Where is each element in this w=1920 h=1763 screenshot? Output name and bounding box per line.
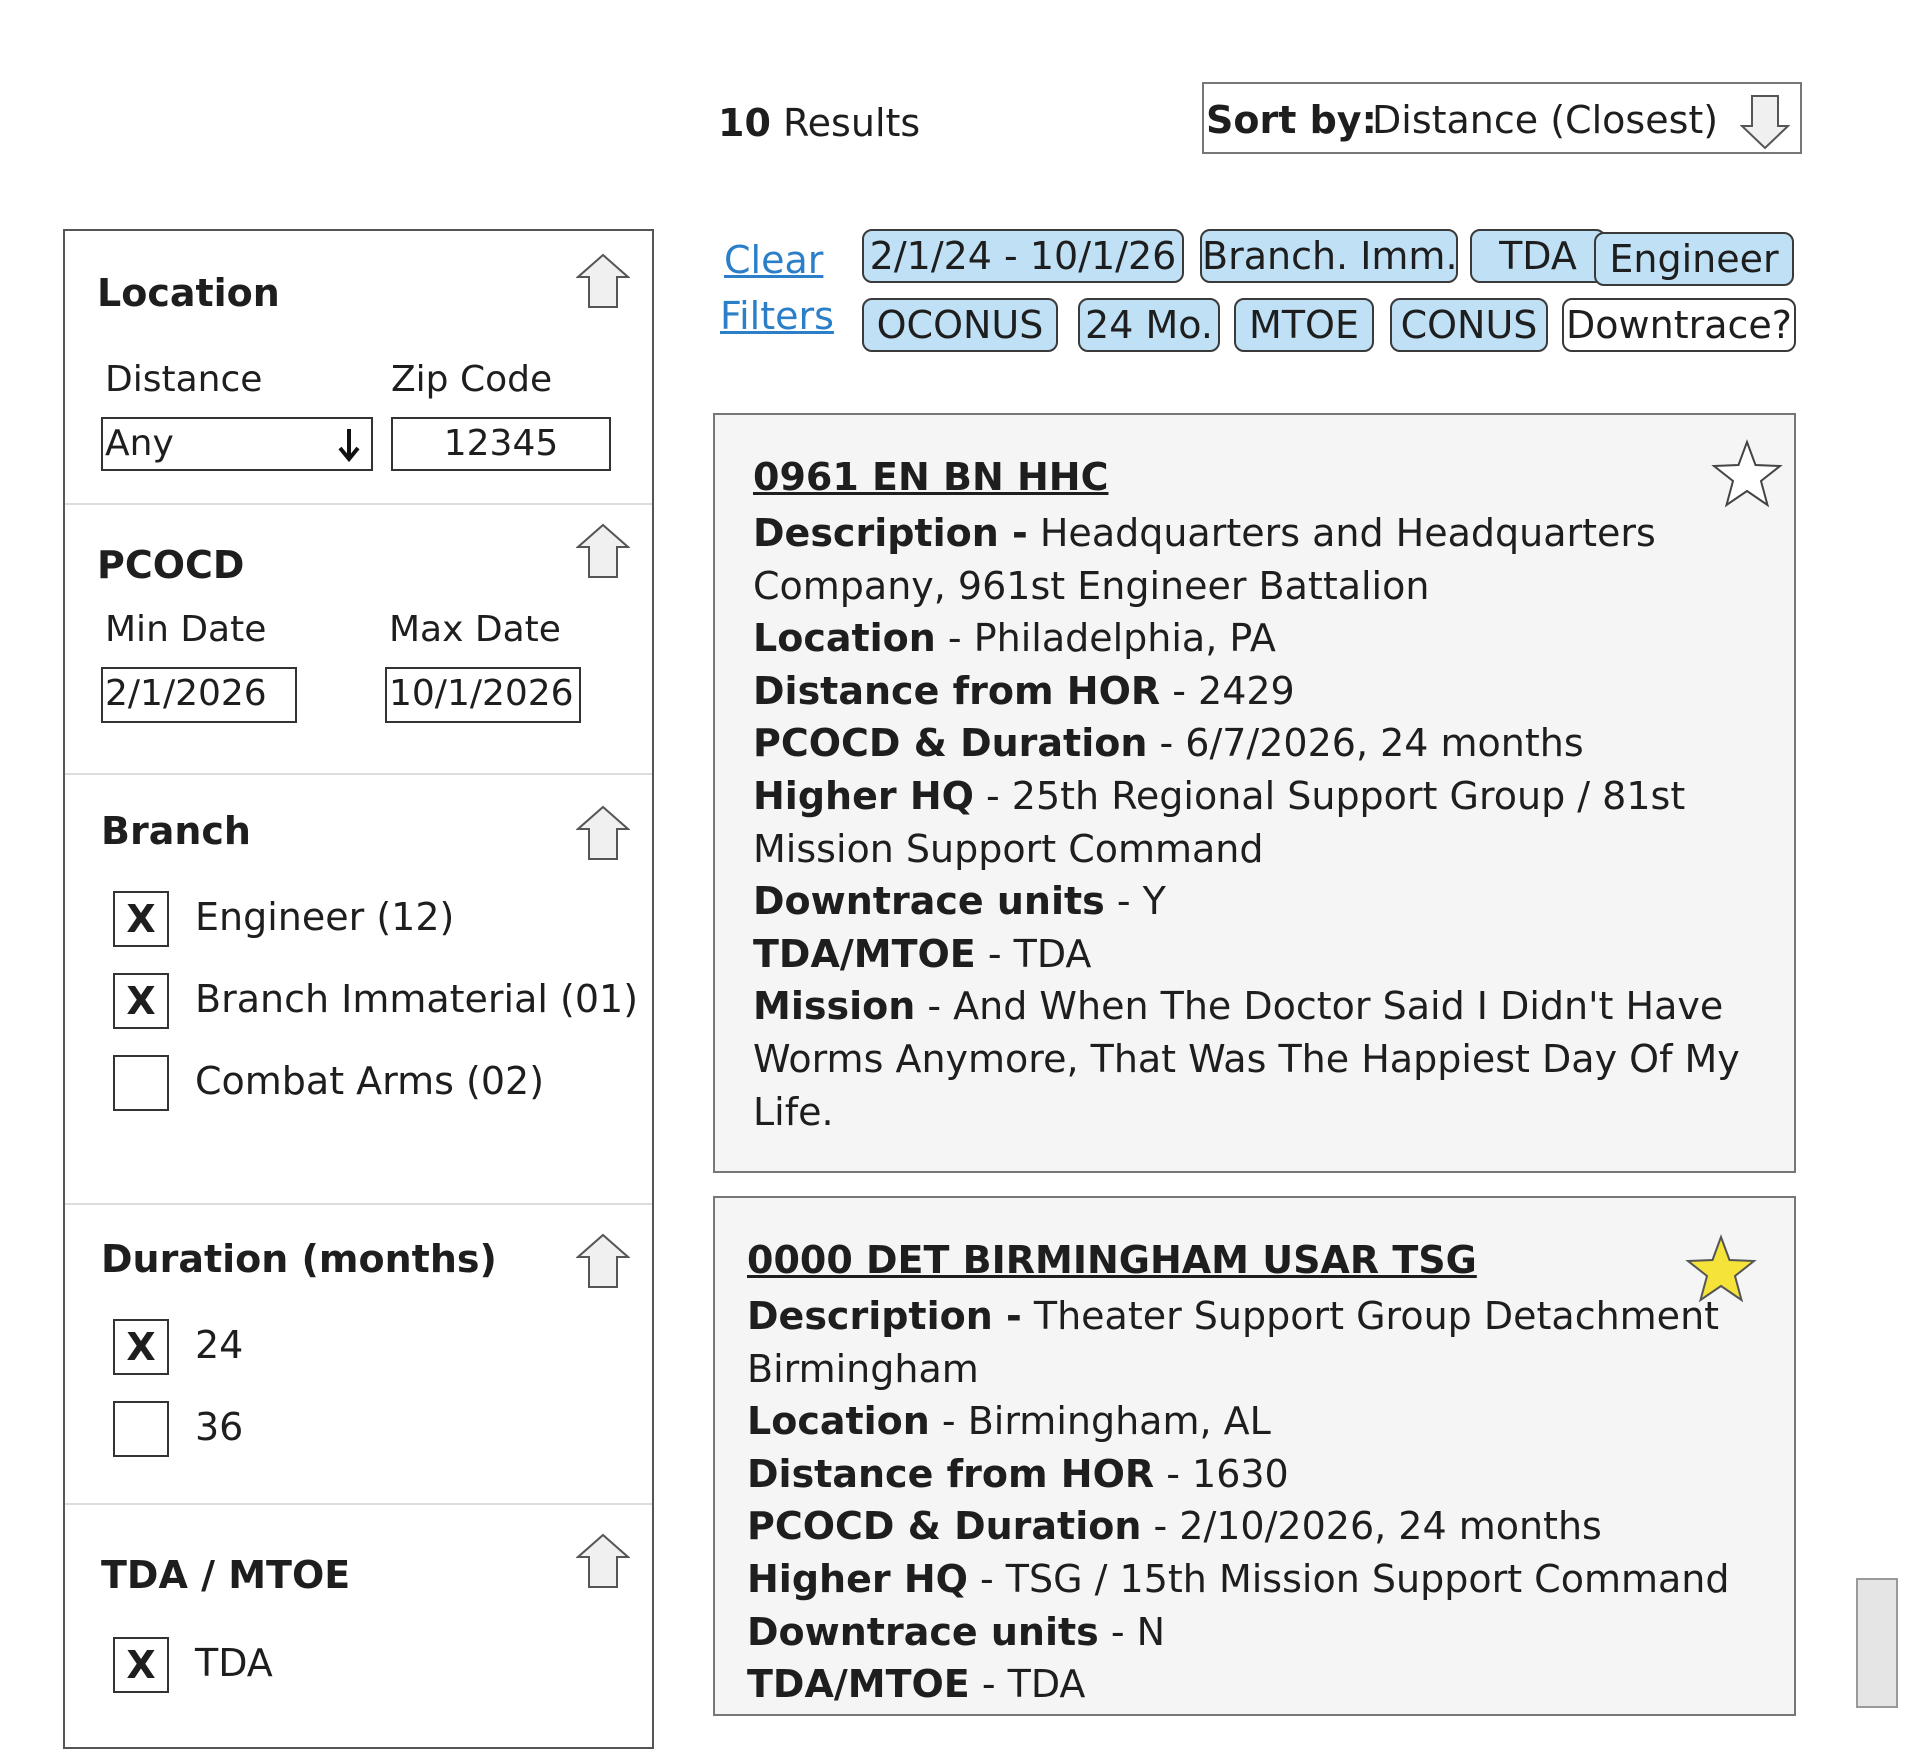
checkbox-label: 36: [195, 1405, 244, 1449]
tda-mtoe-filter: TDA / MTOE X TDA: [65, 1503, 652, 1763]
downtrace-row: Downtrace units - N: [747, 1609, 1166, 1654]
result-card[interactable]: 0000 DET BIRMINGHAM USAR TSG Description…: [713, 1196, 1796, 1716]
min-date-label: Min Date: [105, 609, 267, 650]
results-count: 10 Results: [718, 101, 921, 145]
checkbox-label: Branch Immaterial (01): [195, 977, 639, 1021]
location-row: Location - Birmingham, AL: [747, 1399, 1271, 1444]
distance-select[interactable]: Any: [101, 417, 373, 471]
checkbox[interactable]: [113, 1055, 169, 1111]
result-details: Description - Headquarters and Headquart…: [753, 507, 1753, 1138]
result-title-link[interactable]: 0961 EN BN HHC: [753, 455, 1108, 499]
higher-hq-row: Higher HQ - 25th Regional Support Group …: [753, 773, 1686, 871]
pcocd-row: PCOCD & Duration - 2/10/2026, 24 months: [747, 1504, 1602, 1549]
tda-mtoe-title: TDA / MTOE: [101, 1553, 351, 1597]
checkbox[interactable]: X: [113, 973, 169, 1029]
distance-value: Any: [105, 423, 174, 464]
location-row: Location - Philadelphia, PA: [753, 616, 1276, 661]
branch-filter: Branch X Engineer (12) X Branch Immateri…: [65, 773, 652, 1205]
max-date-label: Max Date: [389, 609, 561, 650]
duration-title: Duration (months): [101, 1237, 497, 1281]
collapse-arrow-icon[interactable]: [576, 805, 630, 861]
filter-chip-branch-imm[interactable]: Branch. Imm.: [1200, 229, 1458, 283]
result-card[interactable]: 0961 EN BN HHC Description - Headquarter…: [713, 413, 1796, 1173]
description-row: Description - Headquarters and Headquart…: [753, 511, 1656, 608]
star-icon[interactable]: [1711, 439, 1783, 509]
clear-filters-link[interactable]: Clear Filters: [720, 232, 834, 344]
checkbox[interactable]: [113, 1401, 169, 1457]
filter-panel: Location Distance Zip Code Any 12345 PCO…: [63, 229, 654, 1749]
filter-chip-mtoe[interactable]: MTOE: [1234, 298, 1374, 352]
collapse-arrow-icon[interactable]: [576, 253, 630, 309]
distance-row: Distance from HOR - 1630: [747, 1451, 1289, 1496]
distance-label: Distance: [105, 359, 263, 400]
location-filter: Location Distance Zip Code Any 12345: [65, 231, 652, 505]
sort-label: Sort by:: [1206, 98, 1377, 142]
sort-value: Distance (Closest): [1372, 98, 1719, 142]
branch-title: Branch: [101, 809, 251, 853]
min-date-input[interactable]: 2/1/2026: [101, 667, 297, 723]
collapse-arrow-icon[interactable]: [576, 1533, 630, 1589]
zip-code-label: Zip Code: [391, 359, 553, 400]
checkbox[interactable]: X: [113, 891, 169, 947]
filter-chip-oconus[interactable]: OCONUS: [862, 298, 1058, 352]
distance-row: Distance from HOR - 2429: [753, 668, 1295, 713]
checkbox[interactable]: X: [113, 1637, 169, 1693]
filter-chip-24-mo[interactable]: 24 Mo.: [1078, 298, 1220, 352]
mission-row: Mission - And When The Doctor Said I Did…: [753, 984, 1740, 1134]
checkbox-label: Engineer (12): [195, 895, 455, 939]
filter-chip-date-range[interactable]: 2/1/24 - 10/1/26: [862, 229, 1184, 283]
checkbox-label: Combat Arms (02): [195, 1059, 545, 1103]
scrollbar-thumb[interactable]: [1856, 1578, 1898, 1708]
checkbox[interactable]: X: [113, 1319, 169, 1375]
arrow-down-icon: [1740, 95, 1790, 150]
description-row: Description - Theater Support Group Deta…: [747, 1294, 1720, 1391]
downtrace-row: Downtrace units - Y: [753, 879, 1166, 924]
arrow-down-icon: [338, 429, 360, 463]
pcocd-filter: PCOCD Min Date Max Date 2/1/2026 10/1/20…: [65, 503, 652, 775]
duration-filter: Duration (months) X 24 36: [65, 1203, 652, 1505]
location-title: Location: [97, 271, 280, 315]
checkbox-label: 24: [195, 1323, 244, 1367]
sort-dropdown[interactable]: Sort by: Distance (Closest): [1202, 82, 1802, 154]
pcocd-row: PCOCD & Duration - 6/7/2026, 24 months: [753, 721, 1584, 766]
higher-hq-row: Higher HQ - TSG / 15th Mission Support C…: [747, 1556, 1730, 1601]
tda-mtoe-row: TDA/MTOE - TDA: [747, 1662, 1086, 1707]
collapse-arrow-icon[interactable]: [576, 1233, 630, 1289]
result-title-link[interactable]: 0000 DET BIRMINGHAM USAR TSG: [747, 1238, 1477, 1282]
filter-chip-downtrace[interactable]: Downtrace?: [1562, 298, 1796, 352]
pcocd-title: PCOCD: [97, 543, 245, 587]
filter-chip-tda[interactable]: TDA: [1470, 229, 1606, 283]
filter-chip-conus[interactable]: CONUS: [1390, 298, 1548, 352]
max-date-input[interactable]: 10/1/2026: [385, 667, 581, 723]
result-details: Description - Theater Support Group Deta…: [747, 1290, 1747, 1711]
zip-code-input[interactable]: 12345: [391, 417, 611, 471]
tda-mtoe-row: TDA/MTOE - TDA: [753, 931, 1092, 976]
collapse-arrow-icon[interactable]: [576, 523, 630, 579]
filter-chip-engineer[interactable]: Engineer: [1594, 232, 1794, 286]
checkbox-label: TDA: [195, 1641, 273, 1685]
